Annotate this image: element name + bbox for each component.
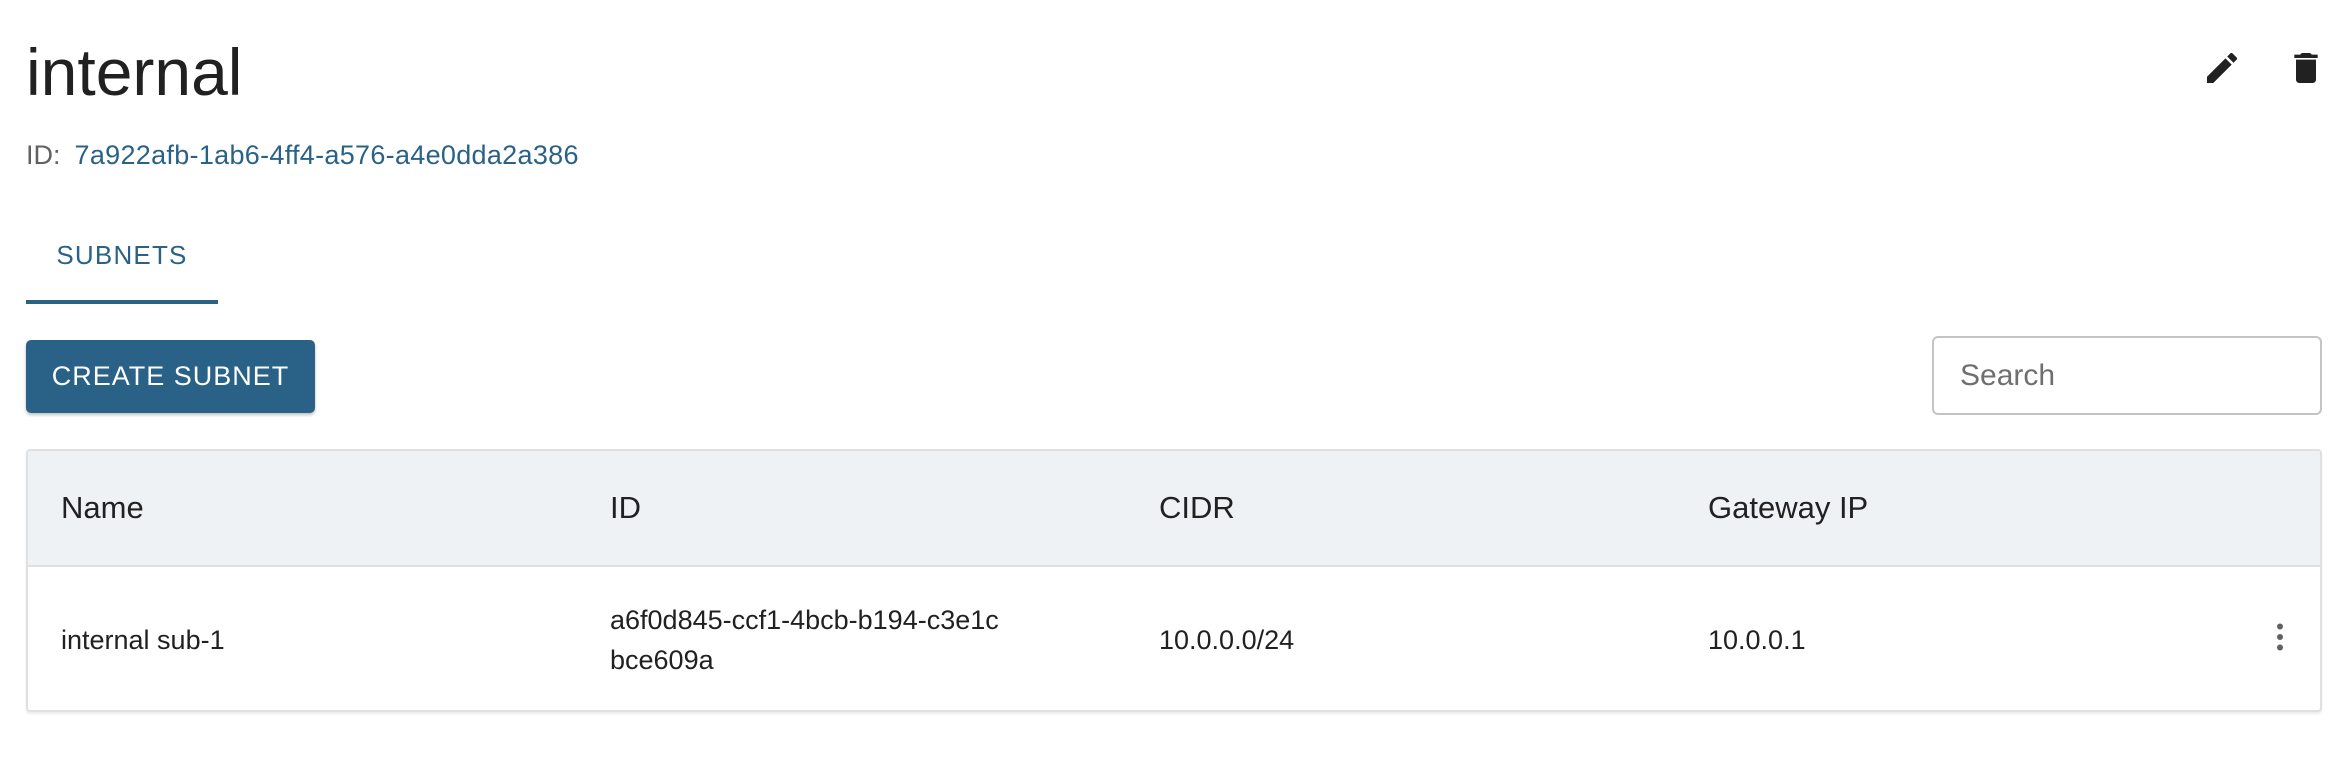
- column-header-name: Name: [61, 490, 144, 525]
- trash-icon: [2286, 48, 2326, 93]
- create-subnet-button[interactable]: CREATE SUBNET: [26, 340, 315, 413]
- tab-bar: SUBNETS: [26, 226, 218, 304]
- id-label: ID:: [26, 140, 61, 170]
- search-input[interactable]: [1932, 336, 2322, 415]
- subnets-table: Name ID CIDR Gateway IP internal sub-1 a…: [26, 449, 2322, 712]
- cell-gateway-ip: 10.0.0.1: [1708, 624, 1806, 655]
- more-vertical-icon: [2262, 619, 2298, 660]
- column-header-id: ID: [610, 490, 641, 525]
- row-actions-button[interactable]: [2258, 617, 2302, 661]
- resource-id: ID: 7a922afb-1ab6-4ff4-a576-a4e0dda2a386: [26, 138, 579, 172]
- tab-subnets[interactable]: SUBNETS: [26, 226, 218, 304]
- cell-id: a6f0d845-ccf1-4bcb-b194-c3e1cbce609a: [610, 604, 999, 675]
- pencil-icon: [2202, 48, 2242, 93]
- header-actions: [2200, 48, 2328, 92]
- delete-button[interactable]: [2284, 48, 2328, 92]
- cell-name: internal sub-1: [61, 624, 225, 655]
- cell-cidr: 10.0.0.0/24: [1159, 624, 1295, 655]
- table-header: Name ID CIDR Gateway IP: [28, 451, 2320, 567]
- edit-button[interactable]: [2200, 48, 2244, 92]
- page-title: internal: [26, 35, 243, 109]
- id-value: 7a922afb-1ab6-4ff4-a576-a4e0dda2a386: [74, 140, 579, 170]
- table-row[interactable]: internal sub-1 a6f0d845-ccf1-4bcb-b194-c…: [28, 567, 2320, 710]
- column-header-cidr: CIDR: [1159, 490, 1235, 525]
- column-header-gateway-ip: Gateway IP: [1708, 490, 1869, 525]
